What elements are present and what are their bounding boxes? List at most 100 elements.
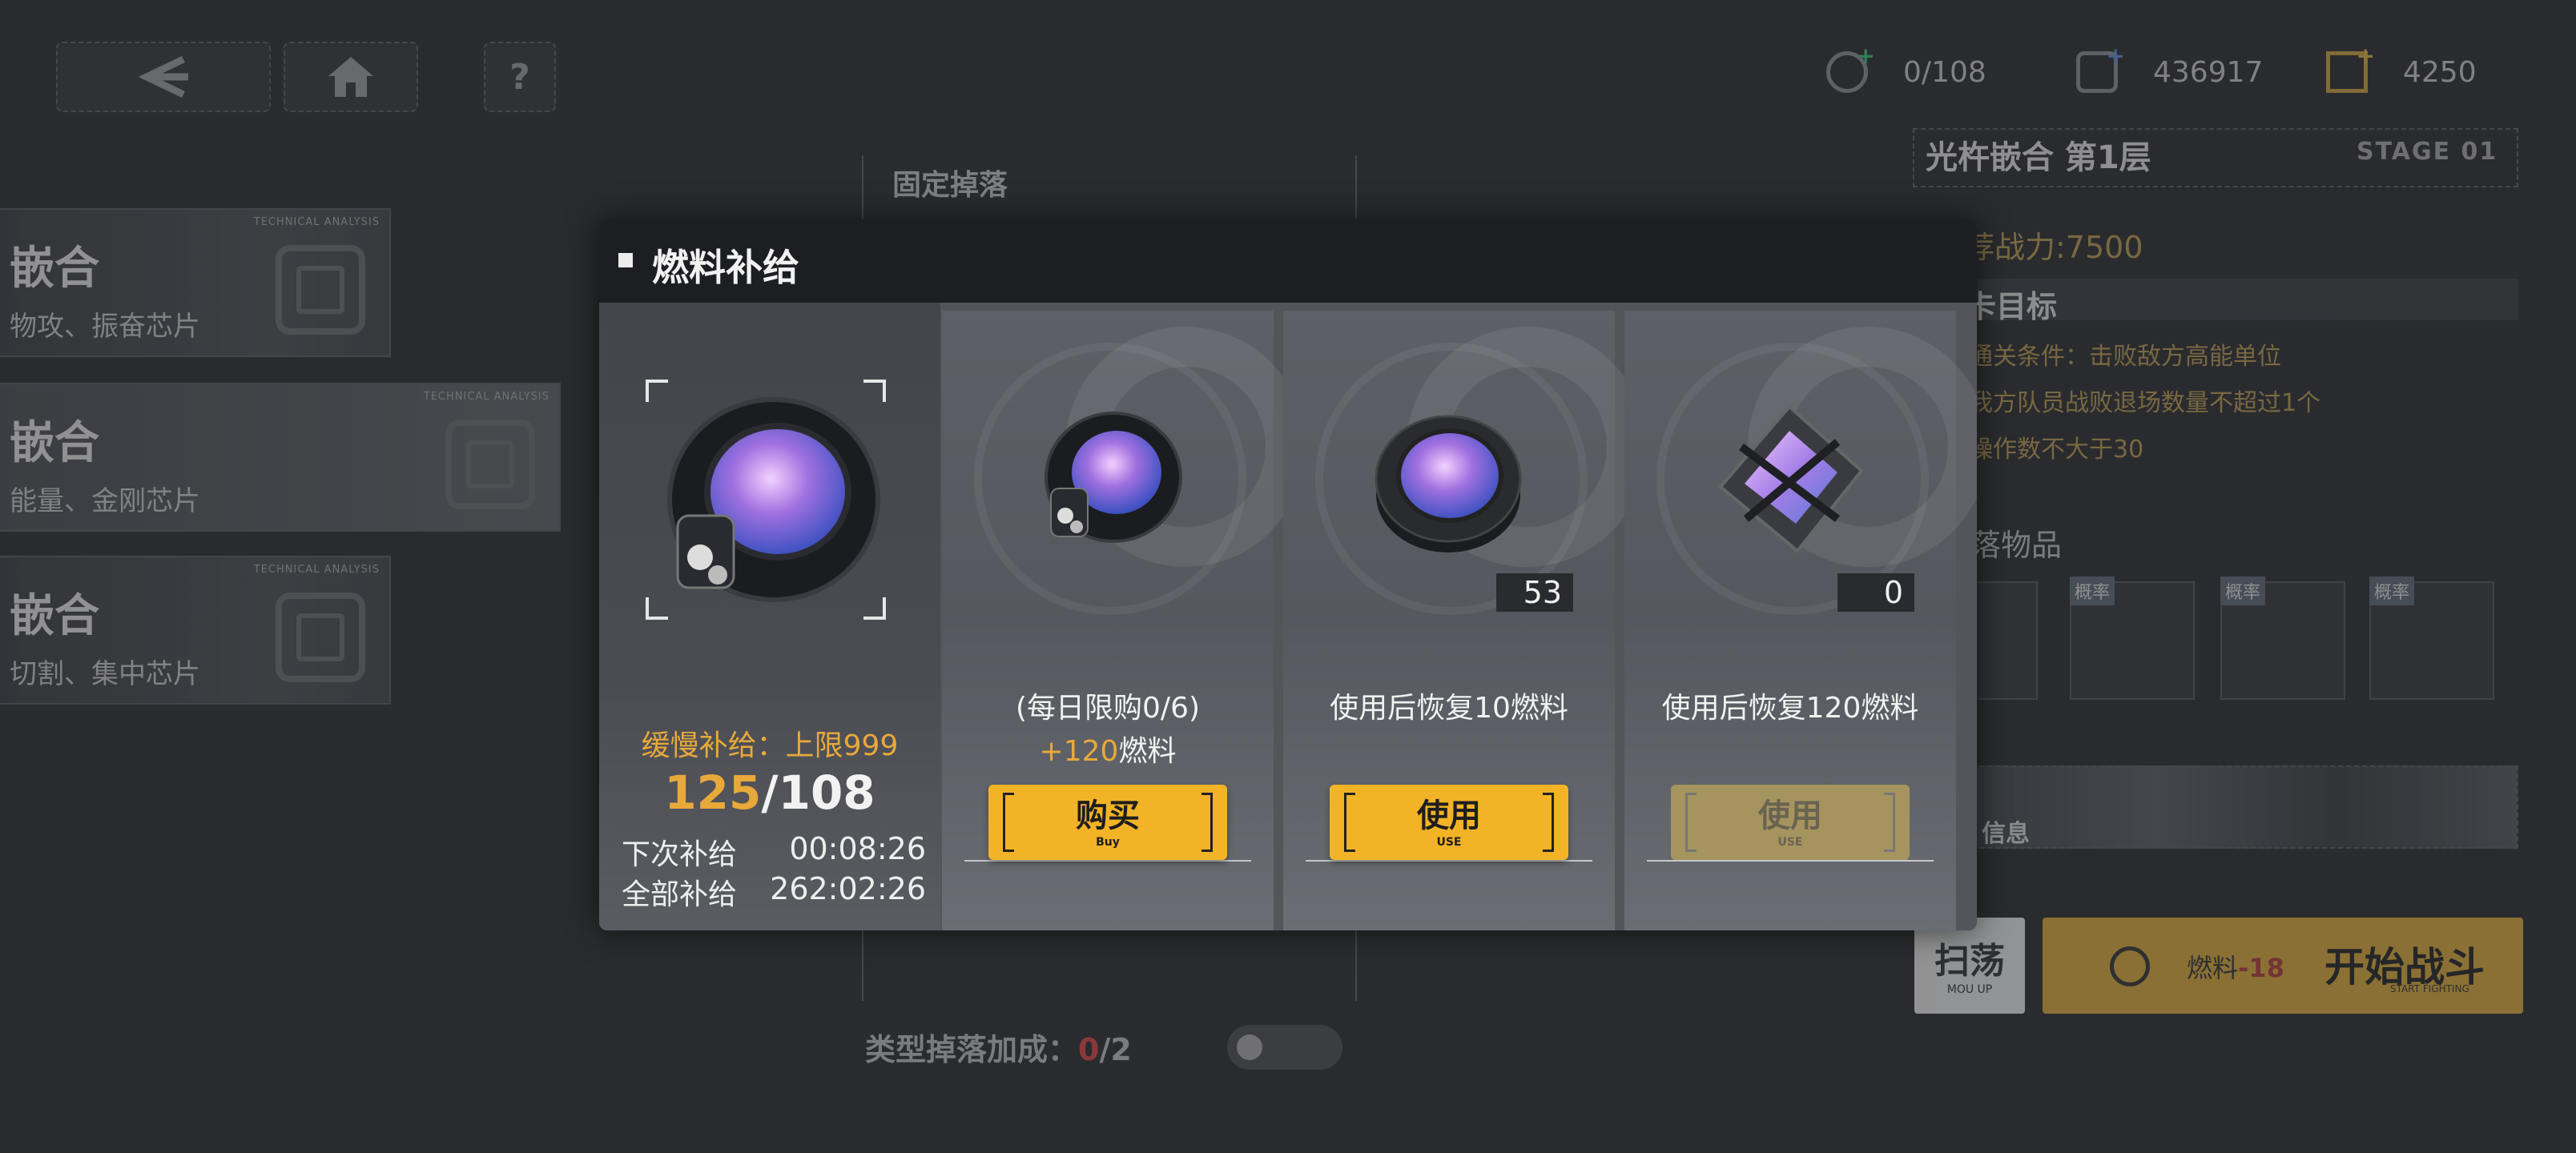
fuel-count: 125/108 xyxy=(664,765,875,820)
resource-credits[interactable]: + 436917 xyxy=(2076,42,2264,96)
probability-badge: 概率 xyxy=(2369,576,2415,605)
fixed-drops-title: 固定掉落 xyxy=(892,169,1008,202)
header-square-icon xyxy=(618,253,633,267)
stage-card-2[interactable]: TECHNICAL ANALYSIS 嵌合 能量、金刚芯片 xyxy=(0,383,561,532)
supply-card-large-item: 0 使用后恢复120燃料 使用 USE xyxy=(1624,311,1977,930)
dialog-header: 燃料补给 xyxy=(599,219,1977,303)
resource-energy[interactable]: + 0/108 xyxy=(1826,42,1986,96)
help-button[interactable]: ? xyxy=(484,42,556,112)
back-button[interactable] xyxy=(56,42,271,112)
fuel-cost: 燃料-18 xyxy=(2187,953,2284,983)
card-description: 使用后恢复120燃料 xyxy=(1624,687,1956,730)
info-label: 信息 xyxy=(1982,820,2030,848)
use-button-en-label: USE xyxy=(1777,836,1803,849)
help-icon: ? xyxy=(509,56,530,98)
buy-button-en-label: Buy xyxy=(1096,836,1120,849)
bonus-label: 类型掉落加成： xyxy=(865,1032,1079,1067)
dialog-title: 燃料补给 xyxy=(652,246,799,289)
fuel-lens-icon xyxy=(1044,412,1182,543)
bonus-toggle[interactable] xyxy=(1227,1025,1342,1070)
next-supply-row: 下次补给 00:08:26 xyxy=(622,831,926,873)
full-supply-row: 全部补给 262:02:26 xyxy=(622,871,926,913)
full-supply-label: 全部补给 xyxy=(622,878,738,911)
drop-slot[interactable]: 概率 xyxy=(2220,576,2345,700)
drop-bonus: 类型掉落加成：0/2 xyxy=(865,1025,1132,1069)
probability-badge: 概率 xyxy=(2220,576,2266,605)
target-icon xyxy=(2110,946,2150,986)
supply-card-small-item: 53 使用后恢复10燃料 使用 USE xyxy=(1283,311,1647,930)
reward-text: +120燃料 xyxy=(1039,735,1177,768)
use-button-label: 使用 xyxy=(1758,797,1822,834)
start-battle-button[interactable]: 燃料-18 开始战斗 START FIGHTING xyxy=(2043,918,2523,1014)
stage-card-title: 嵌合 xyxy=(10,243,99,295)
technical-analysis-tag: TECHNICAL ANALYSIS xyxy=(423,391,549,403)
drops-title: 落物品 xyxy=(1970,528,2063,563)
goals-header: 卡目标 xyxy=(1916,279,2518,324)
fuel-value: 4250 xyxy=(2403,55,2477,89)
item-quantity: 0 xyxy=(1837,573,1914,612)
restore-text: 使用后恢复120燃料 xyxy=(1661,692,1919,725)
use-button[interactable]: 使用 USE xyxy=(1330,785,1568,860)
credits-value: 436917 xyxy=(2153,55,2264,89)
stage-card-title: 嵌合 xyxy=(10,417,99,469)
stage-card-title: 嵌合 xyxy=(10,590,99,642)
goal-item: 我方队员战败退场数量不超过1个 xyxy=(1969,389,2321,417)
bonus-total: /2 xyxy=(1099,1032,1132,1067)
stage-card-subtitle: 物攻、振奋芯片 xyxy=(10,311,200,343)
drop-slot[interactable]: 概率 xyxy=(2070,576,2195,700)
stage-title: 光杵嵌合 第1层 xyxy=(1926,139,2151,176)
card-description: 使用后恢复10燃料 xyxy=(1283,687,1615,730)
back-arrow-icon xyxy=(138,55,188,98)
home-button[interactable] xyxy=(284,42,418,112)
sweep-button[interactable]: 扫荡 MOU UP xyxy=(1914,918,2025,1014)
bonus-current: 0 xyxy=(1078,1032,1100,1067)
stage-card-subtitle: 切割、集中芯片 xyxy=(10,658,200,690)
card-description: (每日限购0/6) +120燃料 xyxy=(942,687,1274,773)
next-supply-label: 下次补给 xyxy=(622,838,738,871)
resource-fuel[interactable]: + 4250 xyxy=(2326,42,2477,96)
probability-badge: 概率 xyxy=(2070,576,2115,605)
chip-icon xyxy=(276,245,365,335)
goal-item: 操作数不大于30 xyxy=(1969,436,2144,464)
fuel-icon: + xyxy=(2326,42,2375,93)
goal-item: 通关条件：击败敌方高能单位 xyxy=(1969,343,2281,371)
use-button-disabled[interactable]: 使用 USE xyxy=(1671,785,1910,860)
fuel-supply-dialog: 燃料补给 缓慢补给：上限999 125/108 下次补给 00:08:26 全部… xyxy=(599,219,1977,930)
stage-tag: STAGE 01 xyxy=(2357,138,2498,166)
technical-analysis-tag: TECHNICAL ANALYSIS xyxy=(253,216,380,228)
sweep-label: 扫荡 xyxy=(1934,941,2005,982)
full-supply-time: 262:02:26 xyxy=(770,871,926,906)
credits-icon: + xyxy=(2076,42,2125,93)
fuel-status-panel: 缓慢补给：上限999 125/108 下次补给 00:08:26 全部补给 26… xyxy=(599,303,940,930)
drop-slot[interactable]: 概率 xyxy=(2369,576,2494,700)
enemy-info-bar[interactable]: 信息 xyxy=(1916,765,2518,849)
card-divider xyxy=(1647,860,1934,862)
item-quantity: 53 xyxy=(1496,573,1573,612)
home-icon xyxy=(328,57,373,97)
start-battle-en-label: START FIGHTING xyxy=(2390,983,2469,994)
recommended-power: 荐战力:7500 xyxy=(1964,230,2143,265)
sweep-en-label: MOU UP xyxy=(1946,983,1993,996)
fuel-crystal-icon xyxy=(1718,404,1864,553)
slow-supply-label: 缓慢补给：上限999 xyxy=(641,729,899,762)
buy-button[interactable]: 购买 Buy xyxy=(988,785,1227,860)
use-button-en-label: USE xyxy=(1436,836,1462,849)
energy-value: 0/108 xyxy=(1903,55,1986,89)
stage-card-1[interactable]: TECHNICAL ANALYSIS 嵌合 物攻、振奋芯片 xyxy=(0,208,391,357)
next-supply-time: 00:08:26 xyxy=(789,831,926,866)
chip-icon xyxy=(445,420,535,509)
card-divider xyxy=(964,860,1251,862)
stage-card-3[interactable]: TECHNICAL ANALYSIS 嵌合 切割、集中芯片 xyxy=(0,556,391,705)
technical-analysis-tag: TECHNICAL ANALYSIS xyxy=(253,564,380,576)
energy-icon: + xyxy=(1826,42,1875,93)
supply-card-buy: (每日限购0/6) +120燃料 购买 Buy xyxy=(942,311,1306,930)
restore-text: 使用后恢复10燃料 xyxy=(1330,692,1568,725)
stage-card-subtitle: 能量、金刚芯片 xyxy=(10,485,200,517)
chip-icon xyxy=(276,593,365,682)
use-button-label: 使用 xyxy=(1417,797,1481,834)
small-fuel-lens-icon xyxy=(1375,415,1522,552)
fuel-lens-icon xyxy=(667,397,880,602)
card-divider xyxy=(1306,860,1592,862)
buy-button-label: 购买 xyxy=(1076,797,1140,834)
daily-limit-text: (每日限购0/6) xyxy=(1015,692,1201,725)
